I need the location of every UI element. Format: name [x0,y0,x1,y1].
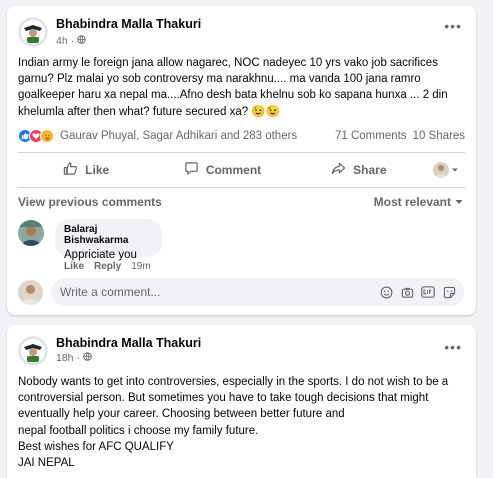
sticker-icon[interactable] [442,285,456,299]
emoji-icon[interactable] [379,285,393,299]
comment-button[interactable]: Comment [154,161,290,179]
comment-composer[interactable]: Write a comment... [51,278,464,306]
divider [18,152,465,153]
reaction-names[interactable]: Gaurav Phuyal, Sagar Adhikari and 283 ot… [60,130,297,142]
author-avatar[interactable] [18,336,48,366]
share-button[interactable]: Share [291,161,427,179]
caret-down-icon [451,163,459,177]
more-options-icon[interactable]: ••• [444,339,462,355]
post-text: Nobody wants to get into controversies, … [18,376,449,470]
reactions-bar: Gaurav Phuyal, Sagar Adhikari and 283 ot… [18,127,465,145]
comment-input[interactable]: Write a comment... [60,285,379,299]
globe-icon [77,35,86,47]
comment-text: Appriciate you [64,249,137,261]
comment-like-link[interactable]: Like [64,261,84,272]
post-time[interactable]: 18h [56,352,74,364]
comment-count[interactable]: 71 Comments [335,130,407,142]
post-meta: 18h · [56,352,92,364]
author-name[interactable]: Bhabindra Malla Thakuri [56,17,201,31]
sort-label: Most relevant [373,195,451,209]
post-time[interactable]: 4h [56,35,68,47]
comment-reply-link[interactable]: Reply [94,261,121,272]
care-icon [40,129,54,143]
share-count[interactable]: 10 Shares [413,130,465,142]
like-button[interactable]: Like [18,161,154,179]
share-label: Share [353,163,387,177]
more-options-icon[interactable]: ••• [444,18,462,34]
view-previous-comments-link[interactable]: View previous comments [18,195,162,209]
comment-label: Comment [205,163,262,177]
commenter-avatar[interactable] [18,220,44,246]
audience-selector[interactable] [427,162,465,178]
speech-bubble-icon [184,161,199,179]
share-arrow-icon [331,161,346,179]
thumbs-up-icon [63,161,78,179]
caret-down-icon [455,195,463,209]
post-text: Indian army le foreign jana allow nagare… [18,57,448,118]
reaction-icons[interactable] [18,129,54,143]
comment-bubble: Balaraj Bishwakarma Appriciate you [55,219,162,261]
comment-time[interactable]: 19m [131,261,150,272]
author-name[interactable]: Bhabindra Malla Thakuri [56,336,201,350]
like-label: Like [85,163,110,177]
post-meta: 4h · [56,35,86,47]
post-card: Bhabindra Malla Thakuri 4h · ••• Indian … [7,6,476,315]
comment-actions: Like Reply 19m [64,261,151,272]
divider [18,187,465,188]
author-avatar[interactable] [18,17,48,47]
comment-sort-dropdown[interactable]: Most relevant [374,195,463,209]
current-user-avatar[interactable] [18,280,43,305]
gif-icon[interactable] [421,285,435,299]
post-actions: Like Comment Share [18,156,465,184]
globe-icon [83,352,92,364]
post-card: Bhabindra Malla Thakuri 18h · ••• Nobody… [7,325,476,478]
profile-avatar [432,162,449,178]
commenter-name[interactable]: Balaraj Bishwakarma [64,224,153,246]
camera-icon[interactable] [400,285,414,299]
